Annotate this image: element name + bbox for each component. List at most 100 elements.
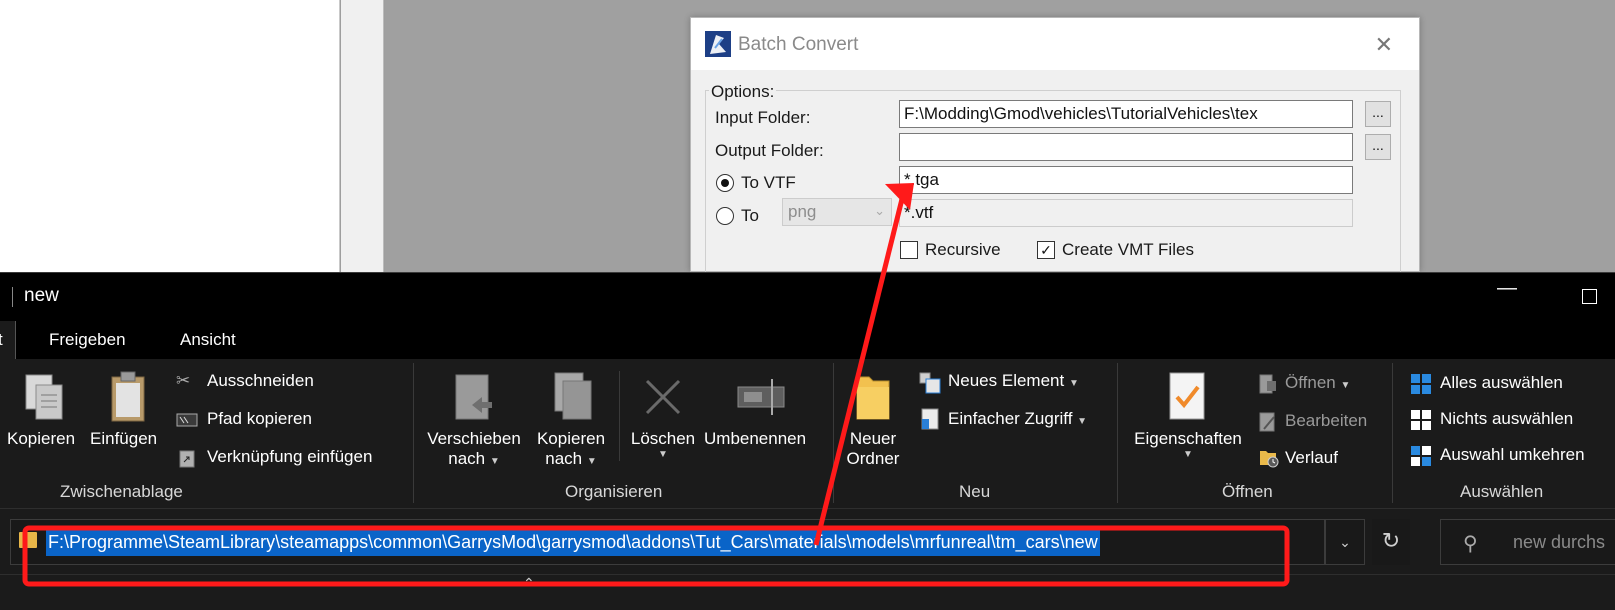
paste-button[interactable]: Einfügen [90,429,157,449]
properties-label: Eigenschaften [1134,429,1242,448]
easy-access-button[interactable]: Einfacher Zugriff ▼ [948,409,1087,429]
delete-icon [645,379,681,415]
move-to-button[interactable]: Verschieben nach ▼ [421,429,527,469]
properties-icon [1169,372,1205,420]
organize-group-label: Organisieren [565,482,663,501]
tga-filter-field[interactable]: *.tga [899,166,1353,194]
open-icon [1259,374,1276,394]
dialog-title: Batch Convert [738,34,859,55]
maximize-icon[interactable] [1582,289,1597,304]
copy-to-label-2: nach ▼ [545,449,597,468]
recursive-label: Recursive [925,240,1001,259]
copy-to-button[interactable]: Kopieren nach ▼ [527,429,615,469]
dialog-body: Options: Input Folder: F:\Modding\Gmod\v… [691,70,1419,290]
new-item-button[interactable]: Neues Element ▼ [948,371,1079,391]
refresh-icon[interactable]: ↻ [1372,519,1410,565]
cut-button[interactable]: Ausschneiden [207,371,314,391]
output-folder-label: Output Folder: [715,141,824,160]
to-format-value: png [788,202,817,221]
edit-icon [1259,412,1275,432]
copy-to-icon [554,372,592,420]
select-group-label: Auswählen [1460,482,1544,501]
copy-icon [25,374,63,420]
file-explorer-window: new — t Freigeben Ansicht Kopieren Einfü… [0,272,1615,610]
paste-icon [111,371,145,422]
address-path[interactable]: F:\Programme\SteamLibrary\steamapps\comm… [46,530,1100,556]
caret-down-icon: ▼ [658,449,668,460]
rename-button[interactable]: Umbenennen [704,429,806,449]
explorer-title: new [24,285,59,306]
input-folder-label: Input Folder: [715,108,811,127]
output-folder-field[interactable] [899,133,1353,161]
ribbon: Kopieren Einfügen ✂ Ausschneiden Pfad ko… [0,359,1615,509]
create-vmt-checkbox[interactable]: ✓ [1037,241,1055,259]
options-label: Options: [709,82,777,102]
caret-down-icon: ▼ [1077,416,1088,427]
to-label: To [741,206,759,225]
move-to-label-2: nach ▼ [448,449,500,468]
caret-down-icon: ▼ [586,456,597,467]
minimize-icon[interactable]: — [1497,277,1517,300]
ribbon-tabs: t Freigeben Ansicht [0,321,1615,359]
to-format-radio[interactable] [716,207,734,225]
open-group-label: Öffnen [1222,482,1273,501]
new-folder-label-2: Ordner [846,449,900,468]
invert-selection-button[interactable]: Auswahl umkehren [1440,445,1585,465]
history-button[interactable]: Verlauf [1285,448,1338,468]
address-bar[interactable]: F:\Programme\SteamLibrary\steamapps\comm… [10,519,1325,565]
tab-ansicht[interactable]: Ansicht [180,330,236,350]
to-vtf-radio[interactable] [716,174,734,192]
background-scroll-strip [341,0,384,272]
create-vmt-label: Create VMT Files [1062,240,1194,259]
window-edge-icon [12,287,16,307]
tab-freigeben[interactable]: Freigeben [49,330,126,350]
new-folder-button[interactable]: Neuer Ordner [833,429,913,469]
edit-button[interactable]: Bearbeiten [1285,411,1367,431]
background-pane-white [0,0,340,272]
batch-convert-dialog: Batch Convert ✕ Options: Input Folder: F… [690,17,1420,290]
paste-shortcut-button[interactable]: Verknüpfung einfügen [207,447,372,467]
move-to-icon [455,374,492,420]
clipboard-group-label: Zwischenablage [60,482,183,501]
new-folder-label-1: Neuer [849,429,897,448]
folder-icon [19,532,37,548]
new-folder-icon [856,376,890,420]
input-folder-browse-button[interactable]: ... [1365,101,1391,127]
select-all-button[interactable]: Alles auswählen [1440,373,1563,393]
move-to-label-1: Verschieben [427,429,521,448]
new-item-icon [919,372,941,394]
to-format-select[interactable]: png ⌄ [782,198,892,226]
easy-access-icon [921,408,939,430]
dialog-titlebar: Batch Convert ✕ [691,18,1419,70]
address-history-dropdown[interactable]: ⌄ [1325,519,1365,565]
invert-selection-icon [1411,446,1431,466]
vtfedit-app-icon [705,31,731,57]
delete-button[interactable]: Löschen ▼ [626,429,700,460]
scissors-icon: ✂ [176,371,191,390]
select-all-icon [1411,374,1431,394]
content-header-strip: ⌃ [0,574,1615,610]
search-input[interactable]: ⚲ new durchs [1440,519,1615,565]
close-icon[interactable]: ✕ [1375,32,1393,58]
caret-down-icon: ▼ [1340,380,1351,391]
caret-down-icon: ▼ [1068,378,1079,389]
collapse-caret-icon[interactable]: ⌃ [523,575,535,592]
ribbon-divider [619,371,620,461]
ribbon-divider [413,363,414,503]
delete-label: Löschen [630,429,696,448]
copy-button[interactable]: Kopieren [7,429,75,449]
vtf-filter-field[interactable]: *.vtf [899,199,1353,227]
ribbon-divider [1392,363,1393,503]
output-folder-browse-button[interactable]: ... [1365,134,1391,160]
recursive-checkbox[interactable] [900,241,918,259]
input-folder-field[interactable]: F:\Modding\Gmod\vehicles\TutorialVehicle… [899,100,1353,128]
address-row: F:\Programme\SteamLibrary\steamapps\comm… [0,510,1615,574]
copy-path-button[interactable]: Pfad kopieren [207,409,312,429]
properties-button[interactable]: Eigenschaften ▼ [1124,429,1252,460]
select-none-button[interactable]: Nichts auswählen [1440,409,1573,429]
new-group-label: Neu [959,482,991,501]
tab-start[interactable]: t [0,321,16,359]
copy-path-icon [176,413,198,427]
open-button[interactable]: Öffnen ▼ [1285,373,1350,393]
history-icon [1260,451,1279,468]
